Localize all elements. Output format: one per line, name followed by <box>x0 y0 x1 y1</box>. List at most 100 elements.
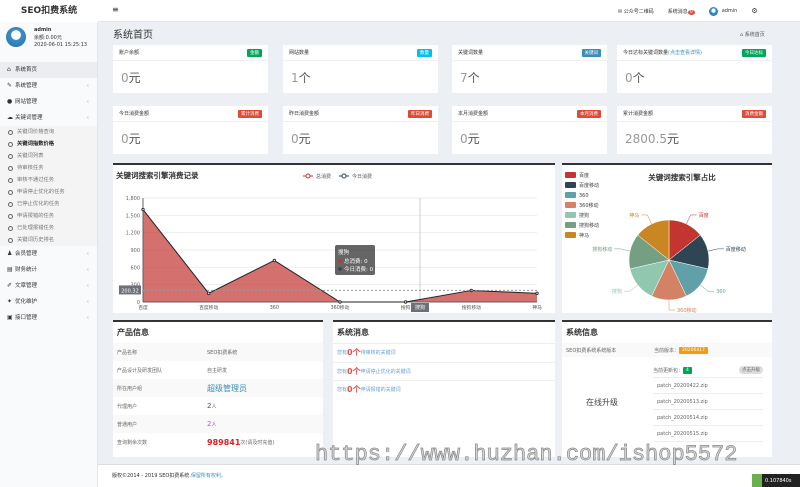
card-badge: 数量 <box>417 48 432 57</box>
sidebar-subitem[interactable]: 关键词指数价格 <box>0 138 97 150</box>
pie-label-line <box>700 284 715 292</box>
card-badge: 今日达标 <box>742 48 766 57</box>
wrench-icon: ✎ <box>7 82 13 89</box>
menu-toggle-icon[interactable]: ≡ <box>112 5 119 14</box>
sidebar-subitem[interactable]: 关键词价格查询 <box>0 126 97 138</box>
engine-share-panel: 关键词搜索引擎占比 百度 百度 百度移动 百度移动 360 360 360移动 360移动 搜狗搜… <box>562 163 772 313</box>
legend-label: 搜狗 <box>579 212 589 219</box>
stat-card: 昨日消费金额 昨日消费 0元 <box>283 106 438 154</box>
sidebar-item-a3[interactable]: ☁ 关键词管理 ‹ <box>0 110 97 126</box>
stat-card: 今日达标关键词数量(点击查看详情) 今日达标 0个 <box>617 45 772 93</box>
wechat-qrcode-link[interactable]: ✉ 公众号二维码 <box>618 8 654 15</box>
sidebar-item-label: 关键词管理 <box>15 115 43 121</box>
message-link[interactable]: 您有 0个 申请停止优化的关键词 <box>333 361 555 381</box>
card-icon: ▤ <box>7 266 13 273</box>
pie-label: 360移动 <box>677 307 697 313</box>
edit-icon: ✐ <box>7 282 13 289</box>
sidebar-item-b0[interactable]: ♟ 会员管理 ‹ <box>0 246 97 262</box>
upgrade-button[interactable]: 点击升级 <box>739 366 763 374</box>
user-menu[interactable]: admin <box>708 6 737 16</box>
sidebar-subitem[interactable]: 关键词列表 <box>0 150 97 162</box>
legend-swatch <box>565 222 576 228</box>
card-label: 本月消费金额 <box>458 111 489 117</box>
pie-label: 百度移动 <box>726 246 746 253</box>
card-unit: 元 <box>128 71 141 85</box>
info-value: SEO扣费系统 <box>207 349 238 356</box>
product-info-title: 产品信息 <box>117 328 149 337</box>
sidebar-item-label: 财务统计 <box>15 267 38 273</box>
info-row: 查询剩余次数 989841 次(请及时充值) <box>117 437 275 447</box>
card-unit: 元 <box>128 132 141 146</box>
card-badge: 金额 <box>247 48 262 57</box>
x-tick-label: 神马 <box>532 304 542 311</box>
info-value: 超级管理员 <box>207 383 247 393</box>
patch-item: patch_20200514.zip <box>653 410 763 426</box>
sidebar-item-a1[interactable]: ✎ 系统管理 ‹ <box>0 78 97 94</box>
pie-label: 搜狗 <box>612 288 622 295</box>
card-badge: 关键词 <box>581 48 601 57</box>
legend-marker <box>305 173 311 179</box>
info-row: 普通用户 2 人 <box>113 415 323 433</box>
cloud-icon: ☁ <box>7 114 13 121</box>
stat-card: 网站数量 数量 1个 <box>283 45 438 93</box>
data-point <box>272 258 277 263</box>
sidebar-item-b2[interactable]: ✐ 文章管理 ‹ <box>0 278 97 294</box>
sidebar-item-b1[interactable]: ▤ 财务统计 ‹ <box>0 262 97 278</box>
sidebar-subitem[interactable]: 申请报错的任务 <box>0 210 97 222</box>
user-name: admin <box>34 27 52 33</box>
info-key: 普通用户 <box>117 421 138 428</box>
legend-label: 百度 <box>579 172 589 179</box>
legend-label: 360 <box>579 193 589 199</box>
user-time: 2020-06-01 15:25:13 <box>34 42 88 48</box>
message-count-badge: 0 <box>687 9 695 15</box>
card-label: 累计消费金额 <box>623 111 654 117</box>
pie-label-line <box>614 248 631 252</box>
chevron-left-icon: ‹ <box>86 99 89 105</box>
card-unit: 个 <box>298 71 311 85</box>
system-messages-link[interactable]: 系统消息 0 <box>668 8 695 15</box>
y-tick-label: 900 <box>130 248 140 254</box>
message-link[interactable]: 您有 0个 申请报错的关键词 <box>333 380 555 399</box>
sidebar-item-a2[interactable]: ● 网站管理 ‹ <box>0 94 97 110</box>
card-badge: 本月消费 <box>577 109 601 118</box>
watermark: https://www.huzhan.com/ishop5572 <box>315 442 738 468</box>
card-unit: 元 <box>667 132 680 146</box>
stat-card: 今日消费金额 累计消费 0元 <box>113 106 268 154</box>
x-tick-label: 360移动 <box>331 304 350 311</box>
sidebar-subitem[interactable]: 待审核任务 <box>0 162 97 174</box>
settings-icon[interactable]: ⚙ <box>751 7 757 15</box>
breadcrumb[interactable]: ⌂ 系统首页 <box>740 31 765 38</box>
legend-swatch <box>565 202 576 208</box>
sidebar-item-label: 系统管理 <box>15 83 38 89</box>
chevron-left-icon: ‹ <box>86 283 89 289</box>
sidebar-subitem[interactable]: 已停止优化的任务 <box>0 198 97 210</box>
patch-item: patch_20200422.zip <box>653 378 763 394</box>
avatar <box>6 27 26 47</box>
details-link[interactable]: (点击查看详情) <box>668 50 702 56</box>
info-key: 产品设计及研发团队 <box>117 367 163 374</box>
sidebar-item-b3[interactable]: ✦ 优化维护 ‹ <box>0 294 97 310</box>
card-unit: 个 <box>467 71 480 85</box>
sidebar-item-label: 优化维护 <box>15 299 38 305</box>
online-upgrade-label: 在线升级 <box>586 398 618 407</box>
legend-label: 总消费 <box>316 173 331 180</box>
product-info-panel: 产品信息 产品名称 SEO扣费系统 产品设计及研发团队 自主研发 所在用户组 超级管理员代… <box>113 320 323 457</box>
sidebar-subitem[interactable]: 申请停止优化的任务 <box>0 186 97 198</box>
circle-icon <box>8 165 13 171</box>
sidebar-item-a0[interactable]: ⌂ 系统首页 <box>0 62 97 78</box>
pie-label-line <box>623 284 638 292</box>
message-link[interactable]: 您有 0个 待审核的关键词 <box>333 343 555 362</box>
legend-label: 今日消费 <box>352 173 372 180</box>
chevron-left-icon: ‹ <box>86 251 89 257</box>
app-logo[interactable]: SEO扣费系统 <box>0 0 98 22</box>
info-key: 产品名称 <box>117 349 138 356</box>
sidebar-subitem[interactable]: 已处理报错任务 <box>0 222 97 234</box>
tooltip-marker <box>338 259 342 263</box>
pie-label-line <box>707 248 724 252</box>
debug-timer[interactable]: 0.107840s <box>752 474 800 487</box>
sidebar-subitem[interactable]: 关键词历史排名 <box>0 234 97 246</box>
stat-card: 累计消费金额 消费金额 2800.5元 <box>617 106 772 154</box>
sidebar-item-b4[interactable]: ▣ 接口管理 ‹ <box>0 310 97 326</box>
sidebar-subitem[interactable]: 审核不通过任务 <box>0 174 97 186</box>
print-icon: ▣ <box>7 314 13 321</box>
